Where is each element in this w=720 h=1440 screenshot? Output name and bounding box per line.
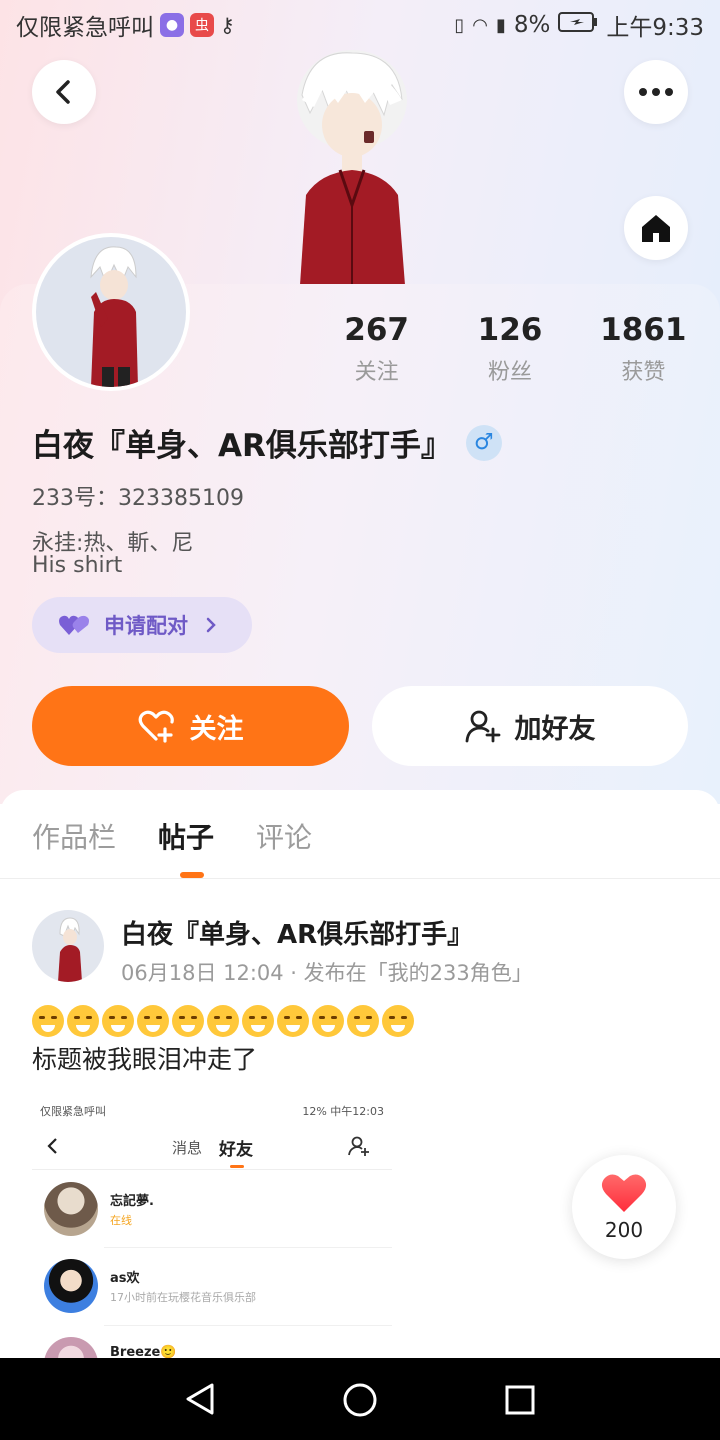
like-button[interactable]: 200 (572, 1155, 676, 1259)
steam-face-emoji (312, 1005, 344, 1037)
image-friend-row: Breeze🙂 (44, 1337, 384, 1360)
steam-face-emoji (382, 1005, 414, 1037)
like-count: 200 (604, 1218, 644, 1242)
image-friend-row: as欢 17小时前在玩樱花音乐俱乐部 (44, 1259, 384, 1319)
heart-icon (601, 1174, 647, 1212)
stat-label: 粉丝 (487, 360, 532, 385)
more-button[interactable] (624, 60, 688, 124)
stat-value: 267 (344, 312, 410, 348)
divider (0, 878, 720, 879)
heart-plus-icon (138, 710, 174, 743)
avatar[interactable] (32, 233, 190, 391)
steam-face-emoji (347, 1005, 379, 1037)
image-friend-avatar (44, 1182, 98, 1236)
stat-likes[interactable]: 1861 获赞 (577, 312, 710, 386)
post-author-avatar[interactable] (32, 910, 104, 982)
image-friend-avatar (44, 1259, 98, 1313)
home-button[interactable] (624, 196, 688, 260)
triangle-back-icon[interactable] (184, 1382, 216, 1416)
square-recents-icon[interactable] (504, 1384, 536, 1416)
stat-label: 关注 (354, 360, 399, 385)
image-friend-row: 忘記夢. 在线 (44, 1182, 384, 1242)
vibrate-icon: ▯ (454, 14, 465, 36)
image-friend-status: 在线 (110, 1214, 132, 1227)
home-icon (642, 215, 670, 242)
key-icon: ⚷ (220, 13, 235, 37)
image-add-user-icon (348, 1136, 369, 1156)
post-image[interactable]: 仅限紧急呼叫 12% 中午12:03 消息 好友 忘記夢. 在线 as欢 17小… (32, 1095, 392, 1360)
steam-face-emoji (137, 1005, 169, 1037)
follow-button[interactable]: 关注 (32, 686, 349, 766)
pair-request-button[interactable]: 申请配对 (32, 597, 252, 653)
image-friend-avatar (44, 1337, 98, 1360)
stat-value: 126 (477, 312, 543, 348)
post-emoji-row (32, 1005, 414, 1037)
stat-label: 获赞 (621, 360, 666, 385)
add-friend-label: 加好友 (514, 713, 596, 745)
back-button[interactable] (32, 60, 96, 124)
steam-face-emoji (102, 1005, 134, 1037)
chevron-right-icon (206, 617, 216, 633)
image-back-icon (47, 1138, 57, 1154)
more-icon (639, 88, 673, 96)
image-tab-messages: 消息 (172, 1139, 203, 1157)
app-notification-icon-2: 虫 (190, 13, 214, 37)
app-notification-icon: ● (160, 13, 184, 37)
pair-request-label: 申请配对 (104, 614, 188, 638)
double-heart-icon (59, 615, 89, 635)
image-tab-friends: 好友 (219, 1140, 253, 1160)
battery-alert-icon: ▮ (495, 14, 506, 36)
profile-name: 白夜『单身、AR俱乐部打手』 (32, 428, 452, 464)
user-id: 233号：323385109 (32, 486, 244, 511)
status-bar: 仅限紧急呼叫 ● 虫 ⚷ ▯ ◠ ▮ 8% 上午9:33 (0, 0, 720, 50)
circle-home-icon[interactable] (342, 1382, 378, 1418)
name-row: 白夜『单身、AR俱乐部打手』 ♂ (32, 420, 502, 465)
clock-text: 上午9:33 (606, 15, 704, 41)
image-header: 消息 好友 (32, 1129, 392, 1165)
steam-face-emoji (172, 1005, 204, 1037)
wifi-icon: ◠ (472, 14, 488, 36)
post-title: 标题被我眼泪冲走了 (32, 1045, 258, 1074)
steam-face-emoji (277, 1005, 309, 1037)
image-status-left: 仅限紧急呼叫 (40, 1105, 106, 1118)
steam-face-emoji (207, 1005, 239, 1037)
image-divider (32, 1169, 392, 1170)
image-friend-name: 忘記夢. (110, 1194, 154, 1209)
character-figure (280, 45, 425, 285)
image-status-bar: 仅限紧急呼叫 12% 中午12:03 (40, 1103, 384, 1119)
tab-posts[interactable]: 帖子 (158, 816, 214, 856)
profile-stats: 267 关注 126 粉丝 1861 获赞 (310, 312, 710, 386)
image-row-divider (104, 1247, 392, 1248)
image-friend-name: as欢 (110, 1271, 140, 1286)
image-friend-status: 17小时前在玩樱花音乐俱乐部 (110, 1291, 256, 1304)
steam-face-emoji (67, 1005, 99, 1037)
image-tab-indicator (230, 1165, 244, 1168)
steam-face-emoji (32, 1005, 64, 1037)
battery-text: 8% (513, 12, 551, 38)
system-navigation-bar (0, 1358, 720, 1440)
image-row-divider (104, 1325, 392, 1326)
bio-line-2: His shirt (32, 553, 123, 578)
image-status-right: 12% 中午12:03 (302, 1105, 384, 1118)
stat-followers[interactable]: 126 粉丝 (443, 312, 576, 386)
tab-bar: 作品栏 帖子 评论 (32, 816, 312, 856)
steam-face-emoji (242, 1005, 274, 1037)
add-friend-button[interactable]: 加好友 (372, 686, 688, 766)
carrier-text: 仅限紧急呼叫 (16, 15, 154, 41)
male-icon: ♂ (465, 424, 502, 461)
post-author-name[interactable]: 白夜『单身、AR俱乐部打手』 (121, 914, 473, 951)
back-icon (56, 80, 70, 104)
tab-comments[interactable]: 评论 (256, 816, 312, 856)
add-user-icon (465, 710, 500, 743)
follow-label: 关注 (189, 713, 244, 745)
post-meta: 06月18日 12:04 · 发布在「我的233角色」 (121, 961, 533, 985)
stat-following[interactable]: 267 关注 (310, 312, 443, 386)
battery-icon (558, 11, 598, 39)
stat-value: 1861 (600, 312, 687, 348)
tab-works[interactable]: 作品栏 (32, 816, 116, 856)
